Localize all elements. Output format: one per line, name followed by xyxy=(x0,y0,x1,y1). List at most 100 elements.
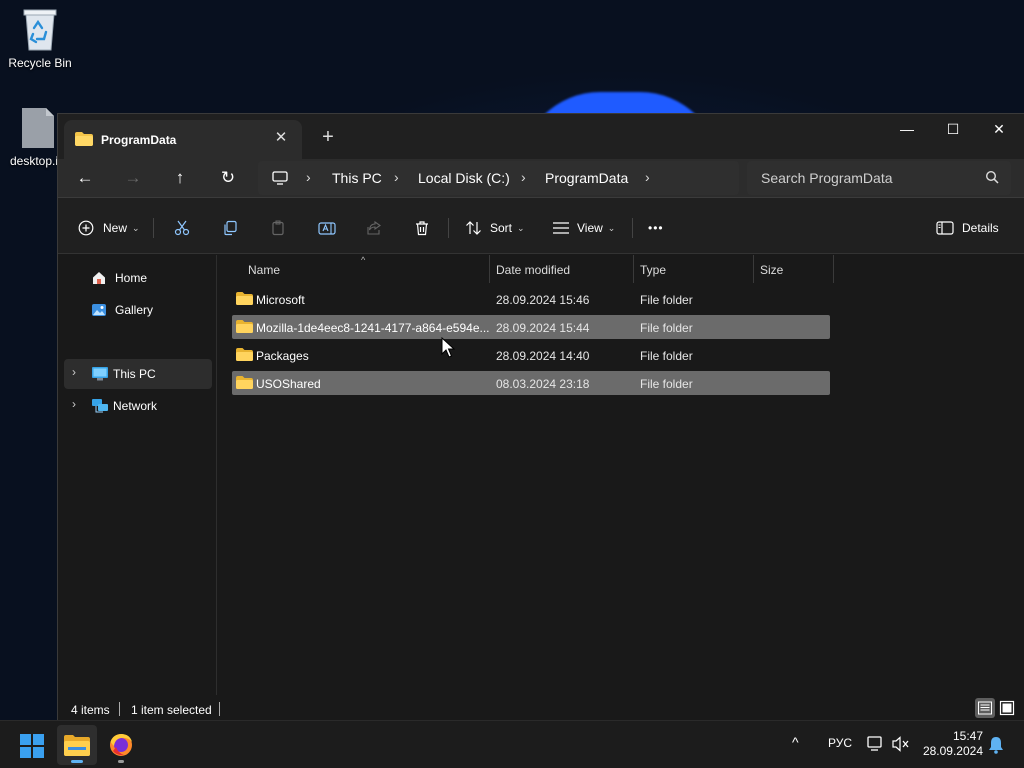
desktop-icon-recycle-bin[interactable]: Recycle Bin xyxy=(2,6,78,70)
column-header-label: Type xyxy=(640,263,667,277)
tab-title: ProgramData xyxy=(101,133,177,147)
sidebar-item-label: This PC xyxy=(113,367,156,381)
chevron-down-icon: ⌄ xyxy=(607,222,616,233)
network-status-icon[interactable] xyxy=(866,735,884,753)
file-row-usoshared[interactable]: USOShared 08.03.2024 23:18 File folder xyxy=(232,371,830,395)
tab-close-button[interactable]: ✕ xyxy=(270,127,292,149)
running-app-indicator xyxy=(118,760,124,763)
status-selection-count: 1 item selected xyxy=(131,703,212,717)
column-header-date[interactable]: Date modified xyxy=(490,255,634,283)
view-label: View xyxy=(577,221,603,235)
sidebar-item-network[interactable]: › Network xyxy=(64,391,212,421)
back-button[interactable]: ← xyxy=(70,164,100,192)
new-button[interactable]: New ⌄ xyxy=(78,216,140,240)
file-name: Packages xyxy=(256,349,309,363)
forward-button[interactable]: → xyxy=(118,164,148,192)
breadcrumb-this-pc[interactable]: This PC xyxy=(332,170,382,186)
up-button[interactable]: ↑ xyxy=(165,164,195,192)
file-list: ^ Name Date modified Type Size Microsoft… xyxy=(218,255,1024,695)
sidebar-item-label: Gallery xyxy=(115,303,154,317)
maximize-button[interactable]: ☐ xyxy=(930,114,976,146)
status-separator xyxy=(219,702,220,716)
toolbar-separator xyxy=(153,218,154,238)
notification-bell-icon[interactable] xyxy=(988,736,1004,754)
refresh-button[interactable]: ↻ xyxy=(213,164,243,192)
close-button[interactable]: ✕ xyxy=(976,114,1022,146)
file-type: File folder xyxy=(640,293,693,307)
taskbar-firefox[interactable] xyxy=(101,725,141,765)
column-header-name[interactable]: Name xyxy=(242,255,490,283)
paste-button[interactable] xyxy=(270,216,286,240)
sidebar-item-this-pc[interactable]: › This PC xyxy=(64,359,212,389)
view-icon xyxy=(553,222,569,234)
input-language-indicator[interactable]: РУС xyxy=(828,736,852,750)
details-pane-button[interactable]: Details xyxy=(936,216,999,240)
chevron-down-icon: ⌄ xyxy=(132,222,140,233)
breadcrumb-programdata[interactable]: ProgramData xyxy=(545,170,628,186)
file-name: Microsoft xyxy=(256,293,305,307)
search-box[interactable]: Search ProgramData xyxy=(747,161,1011,195)
column-header-type[interactable]: Type xyxy=(634,255,754,283)
folder-icon xyxy=(236,320,253,333)
address-bar[interactable]: › This PC › Local Disk (C:) › ProgramDat… xyxy=(258,161,739,195)
sort-button[interactable]: Sort ⌄ xyxy=(465,216,525,240)
command-bar: New ⌄ Sort ⌄ View ⌄ ••• Details xyxy=(58,198,1024,254)
clock-time: 15:47 xyxy=(952,729,983,743)
search-placeholder[interactable]: Search ProgramData xyxy=(761,170,893,186)
home-icon xyxy=(93,272,105,284)
file-type: File folder xyxy=(640,349,693,363)
column-header-size[interactable]: Size xyxy=(754,255,834,283)
new-tab-button[interactable]: + xyxy=(316,126,340,150)
rename-button[interactable] xyxy=(318,216,336,240)
search-icon[interactable] xyxy=(985,170,999,184)
cut-icon xyxy=(174,220,190,236)
delete-button[interactable] xyxy=(414,216,430,240)
windows-logo-icon xyxy=(20,734,44,758)
folder-icon xyxy=(236,376,253,389)
title-bar[interactable]: ProgramData ✕ + — ☐ ✕ xyxy=(58,114,1024,159)
paste-icon xyxy=(272,220,284,236)
details-pane-icon xyxy=(936,221,954,235)
system-clock[interactable]: 15:47 28.09.2024 xyxy=(921,729,983,759)
show-hidden-icons-button[interactable]: ^ xyxy=(792,734,799,750)
file-row-packages[interactable]: Packages 28.09.2024 14:40 File folder xyxy=(232,343,830,367)
view-button[interactable]: View ⌄ xyxy=(552,216,615,240)
breadcrumb-separator: › xyxy=(394,169,399,185)
network-icon xyxy=(92,399,108,413)
file-explorer-icon xyxy=(64,735,90,756)
rename-icon xyxy=(318,222,336,235)
status-item-count: 4 items xyxy=(71,703,110,717)
cut-button[interactable] xyxy=(174,216,190,240)
copy-button[interactable] xyxy=(222,216,238,240)
sidebar-item-gallery[interactable]: Gallery xyxy=(64,295,212,325)
sidebar-item-home[interactable]: Home xyxy=(64,263,212,293)
tab-programdata[interactable]: ProgramData ✕ xyxy=(64,120,302,159)
breadcrumb-separator: › xyxy=(521,169,526,185)
expand-chevron-icon[interactable]: › xyxy=(68,365,80,379)
breadcrumb-separator: › xyxy=(306,169,311,185)
mouse-cursor-icon xyxy=(441,337,455,358)
file-row-microsoft[interactable]: Microsoft 28.09.2024 15:46 File folder xyxy=(232,287,830,311)
minimize-button[interactable]: — xyxy=(884,114,930,146)
more-options-button[interactable]: ••• xyxy=(648,216,664,240)
breadcrumb-separator[interactable]: › xyxy=(645,169,650,185)
tiles-view-toggle[interactable] xyxy=(997,698,1017,718)
sidebar-item-label: Network xyxy=(113,399,158,413)
taskbar: ^ РУС 15:47 28.09.2024 xyxy=(0,720,1024,768)
file-row-mozilla[interactable]: Mozilla-1de4eec8-1241-4177-a864-e594e...… xyxy=(232,315,830,339)
folder-icon xyxy=(236,292,253,305)
share-icon xyxy=(367,220,381,235)
expand-chevron-icon[interactable]: › xyxy=(68,397,80,411)
start-button[interactable] xyxy=(12,725,52,765)
taskbar-file-explorer[interactable] xyxy=(57,725,97,765)
share-button[interactable] xyxy=(366,216,382,240)
column-header-label: Date modified xyxy=(496,263,571,277)
breadcrumb-local-disk[interactable]: Local Disk (C:) xyxy=(418,170,510,186)
toolbar-separator xyxy=(448,218,449,238)
details-view-toggle[interactable] xyxy=(975,698,995,718)
plus-circle-icon xyxy=(78,220,94,236)
file-name: Mozilla-1de4eec8-1241-4177-a864-e594e... xyxy=(256,321,490,335)
trash-icon xyxy=(416,221,428,236)
sidebar-item-label: Home xyxy=(115,271,148,285)
volume-muted-icon[interactable] xyxy=(892,736,910,752)
